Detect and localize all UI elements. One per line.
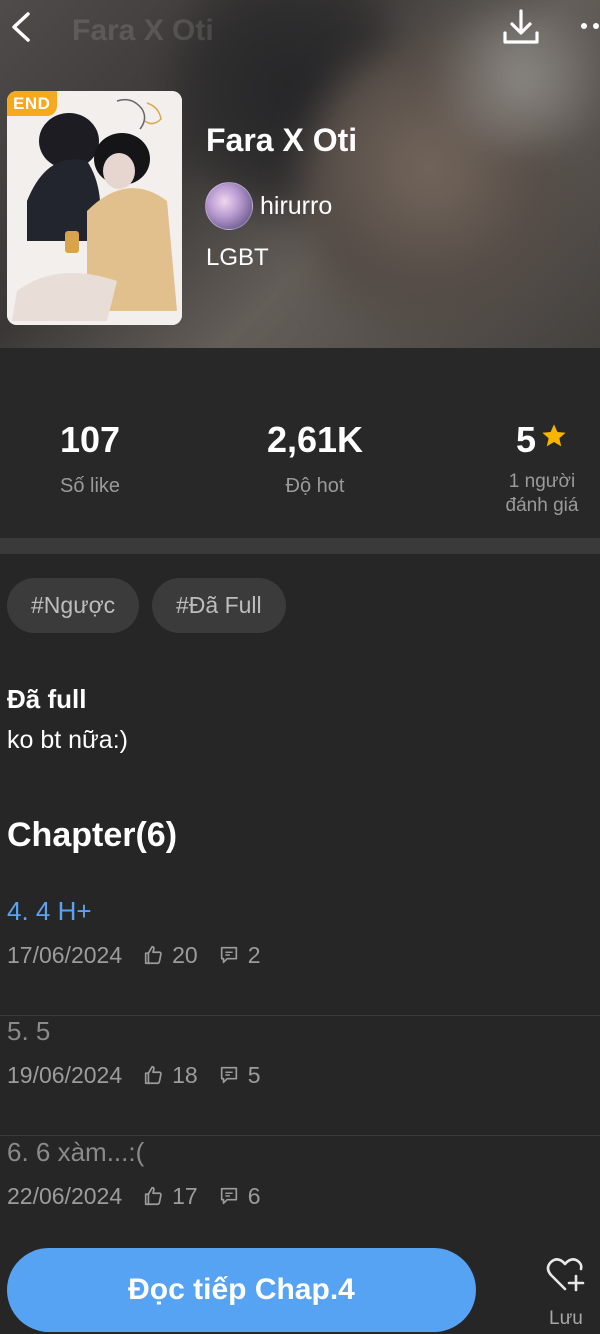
download-icon	[503, 9, 539, 44]
likes-label: Số like	[59, 475, 121, 497]
star-icon	[542, 424, 566, 447]
story-title: Fara X Oti	[206, 122, 358, 158]
hot-stat: 2,61K Độ hot	[230, 420, 400, 498]
comment-icon	[220, 946, 237, 964]
chapter-date: 19/06/2024	[7, 1062, 123, 1088]
stats-panel: 107 Số like 2,61K Độ hot 5 1 người đánh …	[0, 348, 600, 538]
chapter-title: 4. 4 H+	[7, 896, 92, 926]
story-category[interactable]: LGBT	[206, 244, 269, 272]
hot-value: 2,61K	[266, 419, 364, 460]
chapter-likes: 17	[172, 1183, 198, 1209]
chapter-item[interactable]: 6. 6 xàm...:( 22/06/2024 17 6	[0, 1137, 600, 1257]
comment-icon	[220, 1066, 237, 1084]
cover-illustration	[7, 91, 182, 325]
author-name[interactable]: hirurro	[260, 192, 332, 221]
rating-stat[interactable]: 5 1 người đánh giá	[482, 420, 600, 518]
chapter-title: 5. 5	[7, 1016, 51, 1046]
chapter-title: 6. 6 xàm...:(	[7, 1137, 145, 1167]
chapter-item[interactable]: 4. 4 H+ 17/06/2024 20 2	[0, 896, 600, 1016]
heart-plus-icon	[546, 1258, 585, 1292]
toolbar-title: Fara X Oti	[72, 14, 214, 47]
thumb-up-icon	[144, 1065, 162, 1085]
thumb-up-icon	[144, 1186, 162, 1206]
download-button[interactable]	[500, 6, 542, 48]
save-label: Lưu	[549, 1308, 583, 1329]
description-body: ko bt nữa:)	[7, 726, 128, 754]
continue-reading-button[interactable]: Đọc tiếp Chap.4	[7, 1248, 476, 1332]
more-button[interactable]	[578, 14, 600, 38]
likes-value: 107	[59, 419, 121, 460]
chapters-heading: Chapter(6)	[7, 816, 178, 854]
tag-nguoc[interactable]: #Ngược	[7, 578, 140, 633]
description-title: Đã full	[7, 684, 87, 714]
chapter-date: 22/06/2024	[7, 1183, 123, 1209]
rating-value: 5	[515, 419, 537, 460]
rating-label-line1: 1 người	[508, 471, 576, 492]
thumb-up-icon	[144, 945, 162, 965]
tag-da-full[interactable]: #Đã Full	[152, 578, 286, 633]
more-icon	[581, 23, 599, 29]
section-divider	[0, 538, 600, 554]
chapter-comments: 2	[247, 942, 261, 968]
back-icon	[12, 12, 30, 42]
chapter-meta: 17/06/2024 20 2	[7, 942, 261, 969]
chapter-comments: 6	[247, 1183, 261, 1209]
likes-stat: 107 Số like	[20, 420, 160, 498]
save-button[interactable]	[545, 1256, 587, 1294]
chapter-meta: 19/06/2024 18 5	[7, 1062, 261, 1089]
chapter-comments: 5	[247, 1062, 261, 1088]
chapter-date: 17/06/2024	[7, 942, 123, 968]
story-header: Fara X Oti END Fara X Oti hirurro LGBT	[0, 0, 600, 348]
cover-image[interactable]: END	[7, 91, 182, 325]
comment-icon	[220, 1187, 237, 1205]
hot-label: Độ hot	[285, 475, 345, 497]
end-badge: END	[7, 91, 58, 116]
chapter-divider	[0, 1135, 600, 1136]
chapter-likes: 20	[172, 942, 198, 968]
chapter-meta: 22/06/2024 17 6	[7, 1183, 261, 1210]
rating-value-row: 5	[482, 420, 600, 460]
back-button[interactable]	[6, 10, 36, 44]
rating-label: 1 người đánh giá	[482, 470, 600, 518]
chapter-item[interactable]: 5. 5 19/06/2024 18 5	[0, 1016, 600, 1136]
author-avatar[interactable]	[205, 182, 253, 230]
chapter-likes: 18	[172, 1062, 198, 1088]
rating-label-line2: đánh giá	[505, 495, 579, 516]
